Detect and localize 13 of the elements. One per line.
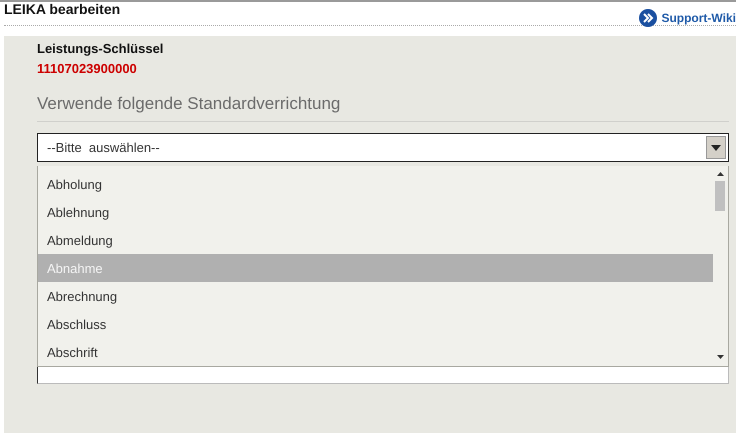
dropdown-option[interactable]: Abrechnung xyxy=(38,282,713,310)
select-field[interactable]: --Bitte auswählen-- xyxy=(37,133,729,162)
dropdown-option[interactable]: Ablehnung xyxy=(38,198,713,226)
page-title: LEIKA bearbeiten xyxy=(4,2,120,16)
dropdown-option[interactable]: Abschrift xyxy=(38,338,713,366)
dropdown-option[interactable]: Abmeldung xyxy=(38,226,713,254)
dropdown-option[interactable]: Abschluss xyxy=(38,310,713,338)
dropdown-option[interactable]: Abholung xyxy=(38,170,713,198)
field-label: Leistungs-Schlüssel xyxy=(37,41,164,57)
support-wiki-link[interactable]: Support-Wiki xyxy=(639,9,736,27)
double-chevron-icon xyxy=(639,9,658,27)
section-heading: Verwende folgende Standardverrichtung xyxy=(37,94,729,122)
field-value: 11107023900000 xyxy=(37,61,138,77)
